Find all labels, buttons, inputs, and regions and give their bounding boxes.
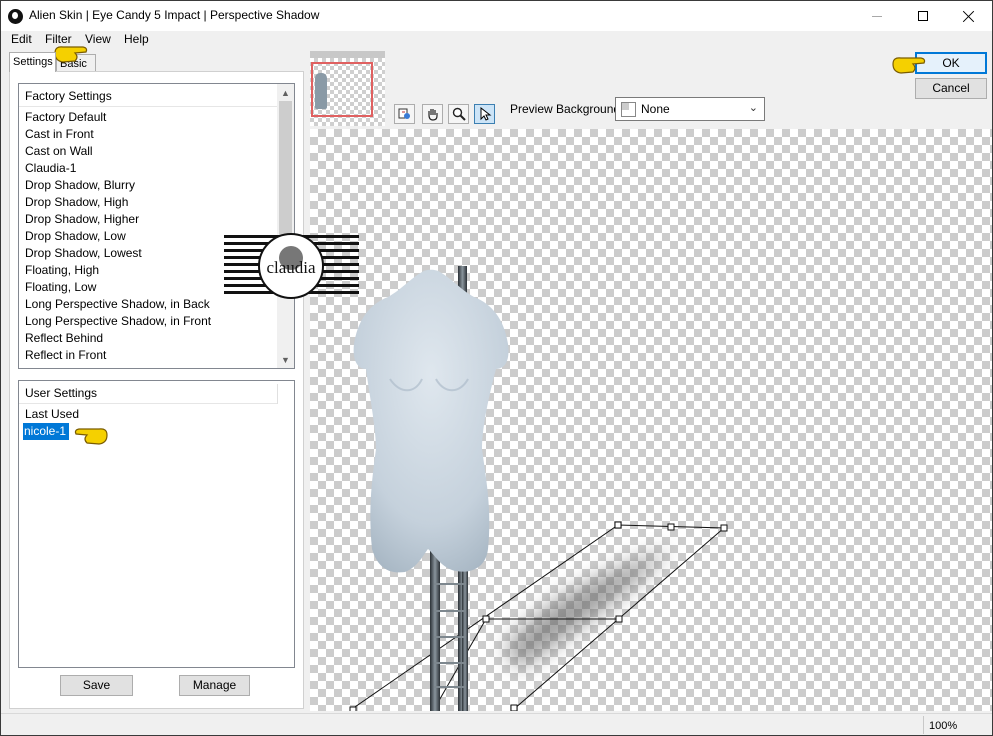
factory-settings-scrollbar[interactable]: ▲ ▼ — [277, 84, 294, 368]
claudia-watermark: claudia — [224, 233, 359, 299]
cancel-button[interactable]: Cancel — [915, 78, 987, 99]
minimize-icon — [872, 15, 882, 17]
preview-background-label: Preview Background: — [510, 102, 624, 116]
hand-tool-button[interactable] — [422, 104, 443, 124]
factory-settings-list[interactable]: Factory Settings Factory Default Cast in… — [18, 83, 295, 369]
list-item-selected[interactable]: nicole-1 — [23, 423, 70, 440]
preview-background-select[interactable]: None ⌄ — [615, 97, 765, 121]
manage-button[interactable]: Manage — [179, 675, 250, 696]
status-separator — [923, 716, 924, 734]
list-header-divider — [19, 403, 277, 404]
list-item[interactable]: Reflect in Front — [25, 347, 277, 364]
scroll-down-arrow-icon[interactable]: ▼ — [277, 351, 294, 368]
pointing-hand-icon — [74, 428, 108, 445]
list-item[interactable]: Last Used — [25, 406, 277, 423]
hand-pan-icon — [427, 109, 438, 121]
preview-image — [349, 266, 728, 711]
maximize-button[interactable] — [900, 1, 946, 31]
list-item[interactable]: Cast in Front — [25, 126, 277, 143]
list-item[interactable]: Drop Shadow, Blurry — [25, 177, 277, 194]
navigator-viewport-rect[interactable] — [311, 62, 373, 117]
app-logo-icon — [8, 9, 23, 24]
column-separator — [277, 384, 278, 404]
user-settings-list[interactable]: User Settings Last Used nicole-1 — [18, 380, 295, 668]
svg-text:claudia: claudia — [266, 258, 316, 277]
menu-bar — [1, 31, 992, 49]
mannequin-torso — [353, 269, 509, 573]
save-button[interactable]: Save — [60, 675, 133, 696]
factory-settings-header: Factory Settings — [25, 89, 112, 103]
menu-edit[interactable]: Edit — [11, 32, 32, 46]
preview-background-value: None — [641, 102, 670, 116]
scroll-up-arrow-icon[interactable]: ▲ — [277, 84, 294, 101]
chevron-down-icon: ⌄ — [748, 102, 758, 114]
list-item[interactable]: Drop Shadow, Higher — [25, 211, 277, 228]
list-item[interactable]: Reflect Behind — [25, 330, 277, 347]
maximize-icon — [918, 11, 928, 21]
zoom-level: 100% — [929, 720, 958, 732]
zoom-tool-button[interactable] — [448, 104, 469, 124]
list-item[interactable]: Cast on Wall — [25, 143, 277, 160]
perspective-shadow — [505, 549, 670, 669]
pointing-hand-icon — [54, 46, 88, 63]
navigate-preview-icon — [398, 108, 410, 119]
navigate-preview-button[interactable] — [394, 104, 415, 124]
list-header-divider — [19, 106, 277, 107]
zoom-icon — [452, 107, 466, 121]
arrow-pointer-icon — [480, 107, 491, 121]
arrow-tool-button[interactable] — [474, 104, 495, 124]
list-item[interactable]: Drop Shadow, High — [25, 194, 277, 211]
close-icon — [963, 10, 975, 22]
tab-settings[interactable]: Settings — [9, 52, 56, 72]
status-bar — [1, 713, 992, 735]
pointing-hand-icon — [892, 57, 926, 74]
window-title: Alien Skin | Eye Candy 5 Impact | Perspe… — [29, 8, 320, 22]
menu-help[interactable]: Help — [124, 32, 149, 46]
minimize-button[interactable] — [854, 1, 900, 31]
user-settings-header: User Settings — [25, 386, 98, 400]
preview-canvas[interactable] — [310, 129, 992, 711]
list-item[interactable]: Long Perspective Shadow, in Front — [25, 313, 277, 330]
close-button[interactable] — [946, 1, 992, 31]
list-item[interactable]: Factory Default — [25, 109, 277, 126]
user-settings-rows: Last Used nicole-1 — [23, 406, 277, 440]
list-item[interactable]: Claudia-1 — [25, 160, 277, 177]
background-swatch-icon — [621, 102, 636, 117]
